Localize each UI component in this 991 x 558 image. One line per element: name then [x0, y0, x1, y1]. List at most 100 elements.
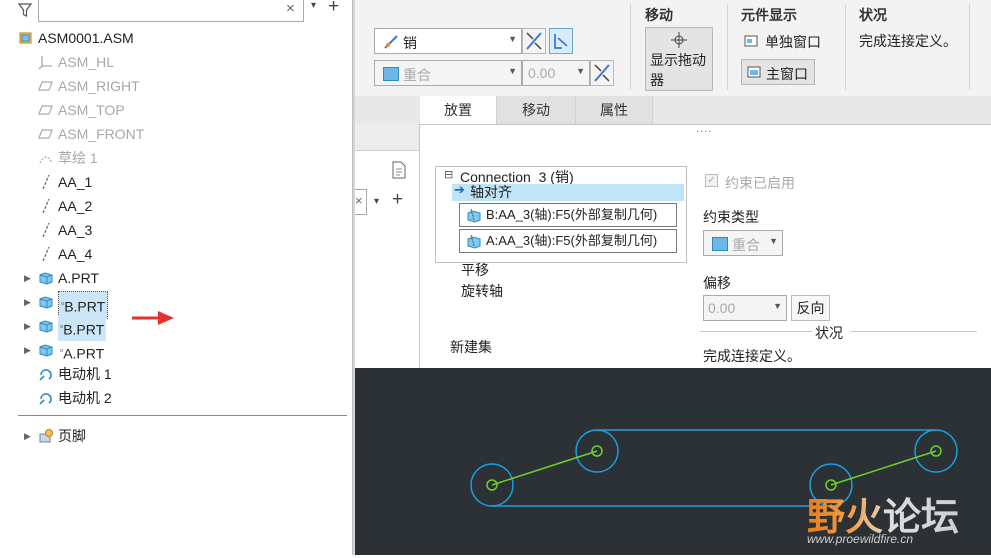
tree-item-label: 页脚 [58, 428, 86, 444]
reference-text: B:AA_3(轴):F5(外部复制几何) [486, 207, 658, 222]
constraint-type-value: 重合 [732, 237, 760, 253]
reverse-button[interactable]: 反向 [791, 295, 830, 321]
clear-filter-icon[interactable]: × [355, 193, 363, 208]
insert-here-marker[interactable] [18, 415, 347, 416]
tree-item-label: 电动机 2 [58, 390, 112, 406]
offset-value: 0.00 [708, 300, 736, 316]
filter-dropdown-icon[interactable]: ▾ [311, 0, 316, 11]
datum-plane-icon [38, 129, 53, 139]
tree-item-label: ASM_RIGHT [58, 78, 140, 94]
expand-arrow-icon[interactable]: ▶ [24, 315, 31, 337]
flip-offset-button[interactable] [590, 60, 614, 86]
flip-button[interactable] [522, 28, 546, 54]
chevron-down-icon: ▼ [576, 66, 585, 76]
tree-search-input[interactable] [38, 0, 304, 22]
status-heading: 状况 [815, 325, 843, 341]
tree-item-label: AA_1 [58, 174, 93, 190]
pin-connection-icon [384, 35, 398, 49]
expand-arrow-icon[interactable]: ▶ [24, 339, 31, 361]
datum-plane-icon [38, 81, 53, 91]
expand-arrow-icon[interactable]: ▶ [24, 267, 31, 289]
tree-item-label: AA_3 [58, 222, 93, 238]
offset-value: 0.00 [528, 65, 556, 81]
show-dragger-label-1: 显示拖动 [650, 52, 706, 68]
show-dragger-button[interactable]: 显示拖动 器 [645, 27, 713, 91]
tree-item-label: 草绘 1 [58, 150, 98, 166]
status-divider-right [850, 331, 977, 332]
window-icon [744, 35, 758, 47]
settings-doc-icon[interactable] [390, 160, 408, 180]
group-separator [845, 4, 846, 90]
window-icon [747, 66, 761, 78]
chevron-down-icon: ▼ [508, 34, 517, 44]
reference-collector-1[interactable]: B:AA_3(轴):F5(外部复制几何) [459, 203, 677, 227]
secondary-tree-header [355, 124, 419, 151]
main-window-label: 主窗口 [766, 66, 808, 82]
toggle-constraint-button[interactable] [549, 28, 573, 54]
clear-filter-icon[interactable]: × [286, 0, 300, 17]
expand-arrow-icon[interactable]: ▶ [24, 425, 31, 447]
reference-collector-2[interactable]: A:AA_3(轴):F5(外部复制几何) [459, 229, 677, 253]
motor-icon [39, 369, 52, 381]
group-separator [969, 4, 970, 90]
red-arrow-icon [132, 311, 174, 325]
offset-label: 偏移 [703, 275, 731, 291]
show-dragger-label-2: 器 [650, 72, 664, 88]
watermark-url: www.proewildfire.cn [807, 532, 914, 546]
axis-align-row[interactable]: ➔ 轴对齐 [452, 182, 684, 201]
tab-move[interactable]: 移动 [497, 96, 576, 124]
status-text: 完成连接定义。 [859, 33, 957, 49]
flip-icon [526, 32, 542, 50]
tab-placement[interactable]: 放置 [420, 96, 497, 124]
filter-icon[interactable] [18, 2, 32, 18]
footer-icon [39, 429, 53, 443]
dragger-icon [671, 32, 687, 48]
tab-properties[interactable]: 属性 [576, 96, 653, 124]
tree-item-label: 电动机 1 [58, 366, 112, 382]
offset-input[interactable]: 0.00 ▼ [522, 60, 590, 86]
collapse-icon[interactable]: ⊟ [444, 168, 453, 181]
tree-item-text: B.PRT [63, 321, 105, 338]
part-icon [39, 320, 53, 333]
main-window-button[interactable]: 主窗口 [741, 59, 815, 85]
crank-links [486, 445, 942, 491]
expand-arrow-icon[interactable]: ▶ [24, 291, 31, 313]
filter-dropdown-icon[interactable]: ▾ [374, 196, 379, 207]
rotation-axis-item[interactable]: 旋转轴 [461, 281, 503, 301]
panel-grip[interactable]: .... [696, 123, 712, 135]
constraint-type-label: 约束类型 [703, 209, 759, 225]
tree-item-label: ▫A.PRT [58, 339, 106, 365]
graphics-window[interactable]: 野火论坛 www.proewildfire.cn [355, 368, 991, 555]
tree-item-label: ASM_HL [58, 54, 115, 70]
add-filter-icon[interactable]: + [392, 189, 403, 211]
tab-bar: 放置 移动 属性 [355, 96, 991, 124]
axis-icon [42, 246, 50, 262]
part-icon [39, 296, 53, 309]
group-separator [727, 4, 728, 90]
translation-item[interactable]: 平移 [461, 260, 489, 280]
panel-offset-input[interactable]: 0.00 ▼ [703, 295, 787, 321]
sketch-icon [39, 156, 53, 164]
chevron-down-icon: ▼ [769, 236, 778, 246]
checkbox-icon: ✓ [705, 174, 718, 187]
axis-icon [42, 198, 50, 214]
new-set-item[interactable]: 新建集 [450, 337, 492, 357]
axis-align-label: 轴对齐 [470, 184, 512, 200]
constraint-type-select[interactable]: 重合 ▼ [374, 60, 522, 86]
link-left [491, 450, 598, 486]
connection-type-select[interactable]: 销 ▼ [374, 28, 522, 54]
panel-constraint-type-select[interactable]: 重合 ▼ [703, 230, 783, 256]
constraint-type-value: 重合 [403, 67, 431, 83]
model-tree-panel: × ▾ + ASM0001.ASM ASM_HL ASM_RIGHT ASM_T… [0, 0, 352, 555]
arrow-right-icon: ➔ [454, 182, 465, 197]
status-divider-left [700, 331, 812, 332]
coincident-icon [383, 67, 399, 81]
add-filter-icon[interactable]: + [328, 0, 339, 18]
motor-icon [39, 393, 52, 405]
constraint-toggle-icon [554, 34, 568, 49]
separate-window-label: 单独窗口 [765, 34, 821, 50]
part-icon [39, 344, 53, 357]
tree-item-label: AA_2 [58, 198, 93, 214]
move-group-title: 移动 [645, 7, 673, 23]
part-ref-icon [467, 208, 481, 223]
